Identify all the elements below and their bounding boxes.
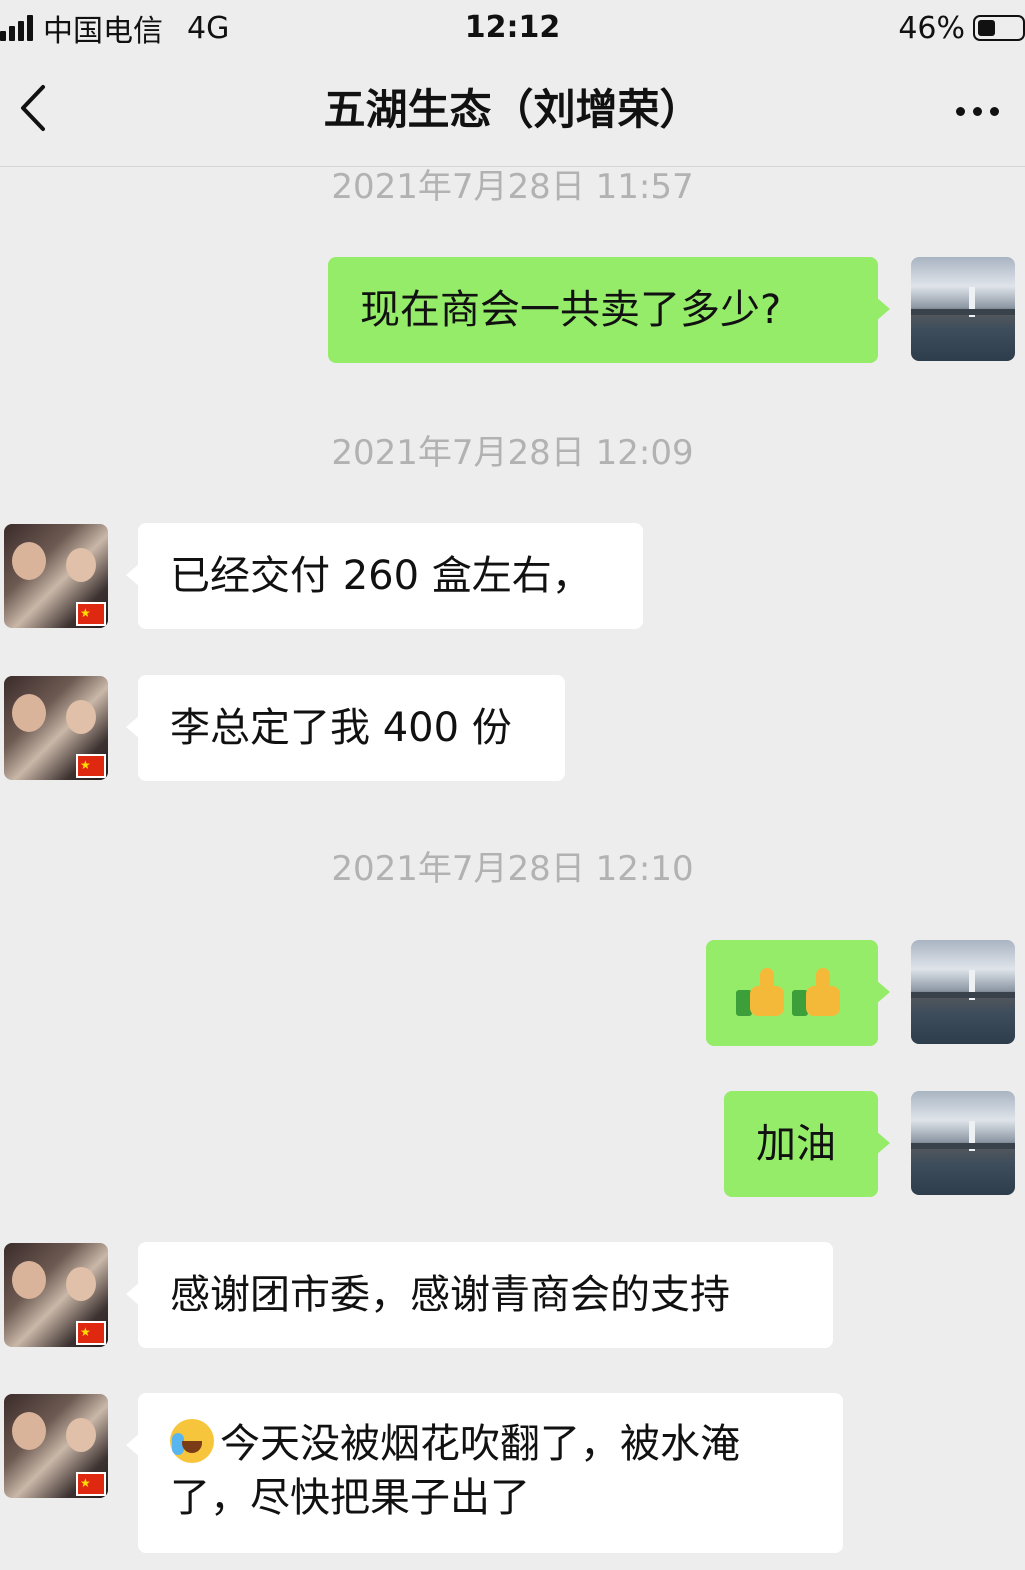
message-text: 已经交付 260 盒左右， — [170, 553, 592, 599]
message-text: 了，尽快把果子出了 — [170, 1475, 530, 1521]
chevron-left-icon — [21, 85, 45, 131]
avatar-self[interactable] — [911, 1091, 1015, 1195]
more-dot — [955, 106, 965, 116]
chat-message-list[interactable]: 2021年7月28日 11:57 现在商会一共卖了多少? 2021年7月28日 … — [0, 167, 1025, 1570]
message-bubble-received[interactable]: 已经交付 260 盒左右， — [126, 523, 643, 629]
avatar-contact[interactable]: ★ — [4, 524, 108, 628]
timestamp: 2021年7月28日 12:09 — [331, 433, 694, 473]
battery-icon — [973, 15, 1025, 41]
message-bubble-received[interactable]: 李总定了我 400 份 — [126, 675, 565, 781]
avatar-contact[interactable]: ★ — [4, 1243, 108, 1347]
message-text: 李总定了我 400 份 — [170, 705, 512, 751]
message-text: 今天没被烟花吹翻了，被水淹 — [220, 1421, 740, 1467]
thumbs-up-icon — [792, 968, 844, 1016]
message-bubble-sent[interactable] — [706, 940, 890, 1046]
message-line: 今天没被烟花吹翻了，被水淹 — [170, 1417, 811, 1471]
avatar-self[interactable] — [911, 940, 1015, 1044]
timestamp: 2021年7月28日 12:10 — [331, 849, 694, 889]
back-button[interactable] — [8, 78, 58, 138]
chat-title: 五湖生态（刘增荣） — [323, 85, 702, 134]
avatar-contact[interactable]: ★ — [4, 676, 108, 780]
message-bubble-received[interactable]: 感谢团市委，感谢青商会的支持 — [126, 1242, 833, 1348]
status-time: 12:12 — [464, 10, 561, 45]
message-text: 感谢团市委，感谢青商会的支持 — [170, 1272, 730, 1318]
message-bubble-sent[interactable]: 加油 — [724, 1091, 890, 1197]
status-right: 46% — [898, 8, 1025, 48]
more-dot — [972, 106, 982, 116]
battery-percent: 46% — [898, 10, 965, 46]
more-button[interactable] — [947, 86, 1007, 136]
more-dot — [989, 106, 999, 116]
crying-face-icon — [170, 1419, 214, 1463]
message-line: 了，尽快把果子出了 — [170, 1471, 811, 1525]
status-bar: 中国电信 4G 12:12 46% — [0, 0, 1025, 56]
chat-header: 五湖生态（刘增荣） — [0, 56, 1025, 167]
message-bubble-sent[interactable]: 现在商会一共卖了多少? — [328, 257, 890, 363]
timestamp: 2021年7月28日 11:57 — [331, 167, 694, 207]
message-text: 现在商会一共卖了多少? — [360, 287, 782, 333]
message-text: 加油 — [756, 1121, 836, 1167]
avatar-self[interactable] — [911, 257, 1015, 361]
message-bubble-received[interactable]: 今天没被烟花吹翻了，被水淹 了，尽快把果子出了 — [126, 1393, 843, 1553]
thumbs-up-icon — [736, 968, 788, 1016]
avatar-contact[interactable]: ★ — [4, 1394, 108, 1498]
